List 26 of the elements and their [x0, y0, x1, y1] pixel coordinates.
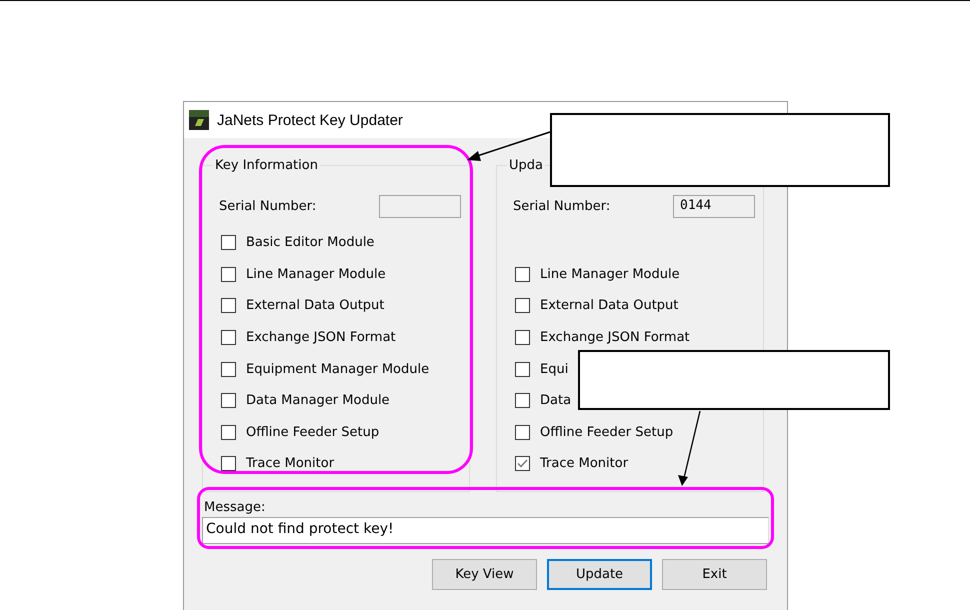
checkbox-label: Exchange JSON Format	[540, 330, 690, 346]
serial-number-label: Serial Number:	[219, 198, 316, 214]
checkbox-label: Equi	[540, 362, 568, 377]
dialog-button[interactable]: Exit	[662, 559, 767, 590]
dialog-button[interactable]: Key View	[432, 559, 537, 590]
checkbox-label: Equipment Manager Module	[246, 362, 430, 377]
serial-number-field[interactable]: 0144	[673, 194, 755, 218]
group-title: Key Information	[214, 158, 319, 173]
checkbox-label: External Data Output	[540, 298, 678, 314]
message-field[interactable]: Could not find protect key!	[202, 517, 769, 544]
checkbox-label: Offline Feeder Setup	[246, 424, 380, 440]
serial-number-label: Serial Number:	[513, 198, 610, 214]
checkbox-label: Data	[540, 393, 572, 408]
checkbox-label: Exchange JSON Format	[246, 330, 396, 346]
group-title: Upda	[508, 158, 544, 173]
dialog-button[interactable]: Update	[547, 559, 652, 590]
checkbox-label: External Data Output	[246, 298, 384, 314]
window-title: JaNets Protect Key Updater	[217, 112, 403, 128]
checkbox-label: Trace Monitor	[246, 456, 334, 472]
message-label: Message:	[204, 500, 266, 515]
checkbox-label: Data Manager Module	[246, 393, 390, 408]
checkbox-label: Trace Monitor	[540, 456, 628, 472]
checkbox-label: Line Manager Module	[246, 266, 386, 282]
checkbox-label: Line Manager Module	[540, 266, 680, 282]
checkbox-label: Offline Feeder Setup	[540, 424, 674, 440]
checkbox-label: Basic Editor Module	[246, 235, 374, 250]
